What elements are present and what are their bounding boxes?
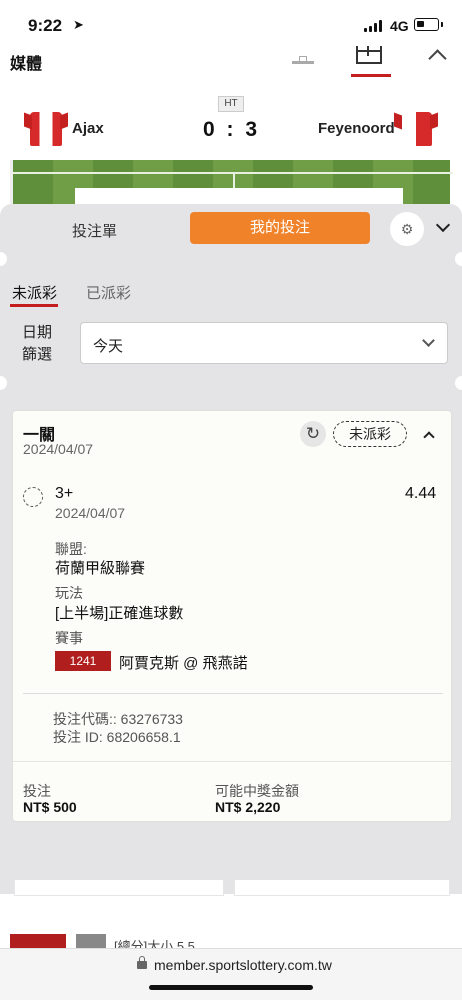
chevron-down-icon[interactable]	[435, 217, 451, 233]
market-label: 玩法	[55, 585, 83, 601]
bet-card: 一關 2024/04/07 ↻ 未派彩 3+ 4.44 2024/04/07 聯…	[12, 410, 452, 822]
selection-status-icon	[23, 487, 43, 507]
market-value: [上半場]正確進球數	[55, 605, 184, 622]
event-code-badge	[10, 934, 66, 948]
signal-icon	[364, 20, 384, 32]
ticket-notch-right	[455, 376, 462, 390]
peek-bet-row: [總分]大小 5.5	[10, 934, 450, 948]
selection-name: 3+	[55, 485, 74, 502]
browser-url-bar[interactable]: member.sportslottery.com.tw	[0, 948, 462, 1000]
divider	[13, 761, 451, 762]
peek-market: [總分]大小 5.5	[114, 939, 195, 948]
tab-settled[interactable]: 已派彩	[86, 282, 131, 303]
event-code-badge: 1241	[55, 651, 111, 671]
media-tab[interactable]: 媒體	[10, 50, 42, 74]
scoreboard: HT Ajax 0 : 3 Feyenoord	[0, 84, 462, 162]
refresh-icon[interactable]: ↻	[300, 421, 326, 447]
ticket-notch-right	[455, 252, 462, 266]
period-badge: HT	[218, 96, 244, 112]
date-filter-label: 日期篩選	[22, 324, 53, 363]
settings-icon[interactable]: ⚙	[390, 212, 424, 246]
ticket-notch-left	[0, 252, 7, 266]
tab-my-bets[interactable]: 我的投注	[190, 212, 370, 244]
bet-code: 投注代碼:: 63276733	[53, 711, 183, 727]
match-tab-row: 媒體	[0, 44, 462, 84]
away-jersey-icon	[400, 112, 432, 146]
stake-label: 投注	[23, 783, 51, 799]
home-jersey-icon	[30, 112, 62, 146]
pitch-visual	[10, 160, 453, 206]
league-label: 聯盟:	[55, 541, 87, 557]
score: 0 : 3	[203, 118, 261, 141]
network-label: 4G	[390, 18, 409, 34]
tab-bet-slip[interactable]: 投注單	[72, 220, 117, 241]
bet-date: 2024/04/07	[23, 441, 94, 457]
bet-id: 投注 ID: 68206658.1	[53, 729, 181, 745]
payout-label: 可能中獎金額	[215, 783, 299, 799]
tv-icon[interactable]	[292, 50, 314, 64]
league-value: 荷蘭甲級聯賽	[55, 560, 146, 577]
home-indicator[interactable]	[149, 985, 313, 990]
selection-odds: 4.44	[405, 485, 437, 502]
ticket-notch-left	[0, 376, 7, 390]
location-arrow-icon: ➤	[73, 17, 84, 32]
field-icon[interactable]	[356, 46, 382, 64]
bet-panel: 投注單 我的投注 ⚙ 未派彩 已派彩 日期篩選 今天 一關 2024/04/07…	[0, 204, 462, 894]
divider	[23, 693, 443, 694]
date-filter-value: 今天	[93, 338, 124, 355]
chevron-up-icon[interactable]	[423, 431, 435, 443]
url-text[interactable]: member.sportslottery.com.tw	[154, 957, 332, 973]
lock-icon	[137, 956, 147, 969]
chevron-up-icon[interactable]	[428, 49, 447, 68]
date-filter-select[interactable]: 今天	[80, 322, 448, 364]
background-card	[234, 880, 450, 896]
status-time: 9:22	[28, 16, 63, 35]
active-status-indicator	[10, 304, 58, 307]
background-card	[14, 880, 224, 896]
stake-value: NT$ 500	[23, 799, 77, 815]
tab-unsettled[interactable]: 未派彩	[12, 282, 57, 303]
event-label: 賽事	[55, 630, 83, 646]
away-team: Feyenoord	[318, 120, 395, 137]
payout-value: NT$ 2,220	[215, 799, 281, 815]
badge	[76, 934, 106, 948]
chevron-down-icon	[422, 334, 435, 347]
status-bar: 9:22 ➤ 4G	[0, 0, 462, 44]
home-team: Ajax	[72, 120, 104, 137]
status-badge: 未派彩	[333, 421, 407, 447]
selection-date: 2024/04/07	[55, 505, 126, 521]
event-name: 阿賈克斯 @ 飛燕諾	[119, 655, 248, 672]
active-tab-indicator	[351, 74, 391, 77]
battery-icon	[414, 18, 443, 31]
